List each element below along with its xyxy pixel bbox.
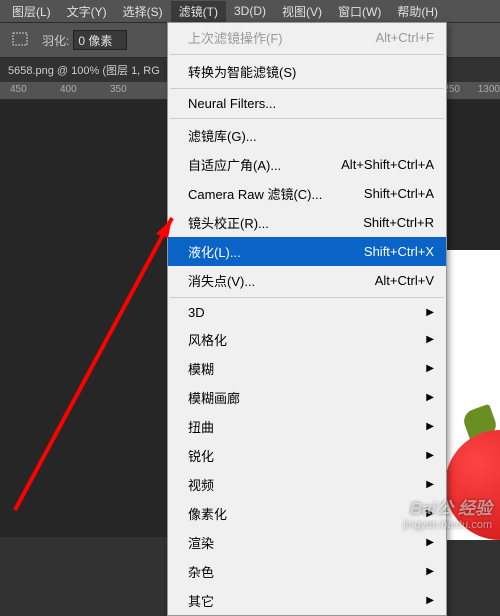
menu-type[interactable]: 文字(Y)	[59, 1, 115, 22]
menu-label: Neural Filters...	[188, 96, 276, 111]
menu-sharpen-submenu[interactable]: 锐化 ▶	[168, 441, 446, 470]
menu-noise-submenu[interactable]: 杂色 ▶	[168, 557, 446, 586]
menu-label: 像素化	[188, 504, 227, 523]
document-title: 5658.png @ 100% (图层 1, RG	[8, 62, 160, 78]
menu-liquify[interactable]: 液化(L)... Shift+Ctrl+X	[168, 237, 446, 266]
menu-shortcut: Shift+Ctrl+R	[363, 215, 434, 230]
menubar: 图层(L) 文字(Y) 选择(S) 滤镜(T) 3D(D) 视图(V) 窗口(W…	[0, 0, 500, 22]
chevron-right-icon: ▶	[426, 450, 434, 461]
menu-stylize-submenu[interactable]: 风格化 ▶	[168, 325, 446, 354]
menu-label: Camera Raw 滤镜(C)...	[188, 184, 322, 203]
menu-label: 自适应广角(A)...	[188, 155, 281, 174]
menu-other-submenu[interactable]: 其它 ▶	[168, 586, 446, 615]
menu-blur-gallery-submenu[interactable]: 模糊画廊 ▶	[168, 383, 446, 412]
menu-separator	[170, 297, 444, 298]
menu-view[interactable]: 视图(V)	[274, 1, 330, 22]
menu-adaptive-wide-angle[interactable]: 自适应广角(A)... Alt+Shift+Ctrl+A	[168, 150, 446, 179]
menu-layer[interactable]: 图层(L)	[4, 1, 59, 22]
menu-label: 视频	[188, 475, 214, 494]
menu-label: 锐化	[188, 446, 214, 465]
menu-shortcut: Shift+Ctrl+X	[364, 244, 434, 259]
menu-label: 其它	[188, 591, 214, 610]
menu-shortcut: Alt+Shift+Ctrl+A	[341, 157, 434, 172]
menu-window[interactable]: 窗口(W)	[330, 1, 389, 22]
menu-shortcut: Alt+Ctrl+F	[375, 30, 434, 45]
menu-blur-submenu[interactable]: 模糊 ▶	[168, 354, 446, 383]
chevron-right-icon: ▶	[426, 479, 434, 490]
chevron-right-icon: ▶	[426, 307, 434, 318]
menu-separator	[170, 118, 444, 119]
menu-vanishing-point[interactable]: 消失点(V)... Alt+Ctrl+V	[168, 266, 446, 295]
chevron-right-icon: ▶	[426, 363, 434, 374]
ruler-tick: 1300	[478, 84, 500, 95]
chevron-right-icon: ▶	[426, 566, 434, 577]
watermark-brand: Bai公 经验	[403, 494, 492, 519]
menu-shortcut: Shift+Ctrl+A	[364, 186, 434, 201]
menu-label: 扭曲	[188, 417, 214, 436]
watermark-url: jingyan.baidu.com	[403, 519, 492, 531]
menu-3d[interactable]: 3D(D)	[226, 2, 274, 20]
menu-select[interactable]: 选择(S)	[115, 1, 171, 22]
chevron-right-icon: ▶	[426, 392, 434, 403]
menu-label: 液化(L)...	[188, 242, 241, 261]
watermark: Bai公 经验 jingyan.baidu.com	[403, 494, 492, 531]
menu-filter[interactable]: 滤镜(T)	[171, 1, 226, 22]
menu-neural-filters[interactable]: Neural Filters...	[168, 91, 446, 116]
menu-label: 风格化	[188, 330, 227, 349]
menu-shortcut: Alt+Ctrl+V	[375, 273, 434, 288]
menu-render-submenu[interactable]: 渲染 ▶	[168, 528, 446, 557]
chevron-right-icon: ▶	[426, 334, 434, 345]
menu-label: 消失点(V)...	[188, 271, 255, 290]
menu-separator	[170, 88, 444, 89]
ruler-tick: 450	[10, 84, 27, 95]
menu-label: 镜头校正(R)...	[188, 213, 269, 232]
chevron-right-icon: ▶	[426, 537, 434, 548]
menu-label: 渲染	[188, 533, 214, 552]
tool-selection-icon[interactable]	[8, 29, 34, 51]
menu-lens-correction[interactable]: 镜头校正(R)... Shift+Ctrl+R	[168, 208, 446, 237]
menu-label: 滤镜库(G)...	[188, 126, 257, 145]
feather-label: 羽化:	[42, 32, 69, 49]
menu-label: 模糊	[188, 359, 214, 378]
feather-input[interactable]	[73, 30, 127, 50]
menu-last-filter[interactable]: 上次滤镜操作(F) Alt+Ctrl+F	[168, 23, 446, 52]
menu-distort-submenu[interactable]: 扭曲 ▶	[168, 412, 446, 441]
menu-label: 模糊画廊	[188, 388, 240, 407]
menu-label: 杂色	[188, 562, 214, 581]
menu-3d-submenu[interactable]: 3D ▶	[168, 300, 446, 325]
menu-label: 3D	[188, 305, 205, 320]
chevron-right-icon: ▶	[426, 595, 434, 606]
menu-label: 上次滤镜操作(F)	[188, 28, 283, 47]
menu-convert-smart-filter[interactable]: 转换为智能滤镜(S)	[168, 57, 446, 86]
menu-filter-gallery[interactable]: 滤镜库(G)...	[168, 121, 446, 150]
menu-label: 转换为智能滤镜(S)	[188, 62, 296, 81]
ruler-tick: 350	[110, 84, 127, 95]
menu-camera-raw-filter[interactable]: Camera Raw 滤镜(C)... Shift+Ctrl+A	[168, 179, 446, 208]
chevron-right-icon: ▶	[426, 421, 434, 432]
ruler-tick: 400	[60, 84, 77, 95]
menu-separator	[170, 54, 444, 55]
menu-help[interactable]: 帮助(H)	[389, 1, 446, 22]
